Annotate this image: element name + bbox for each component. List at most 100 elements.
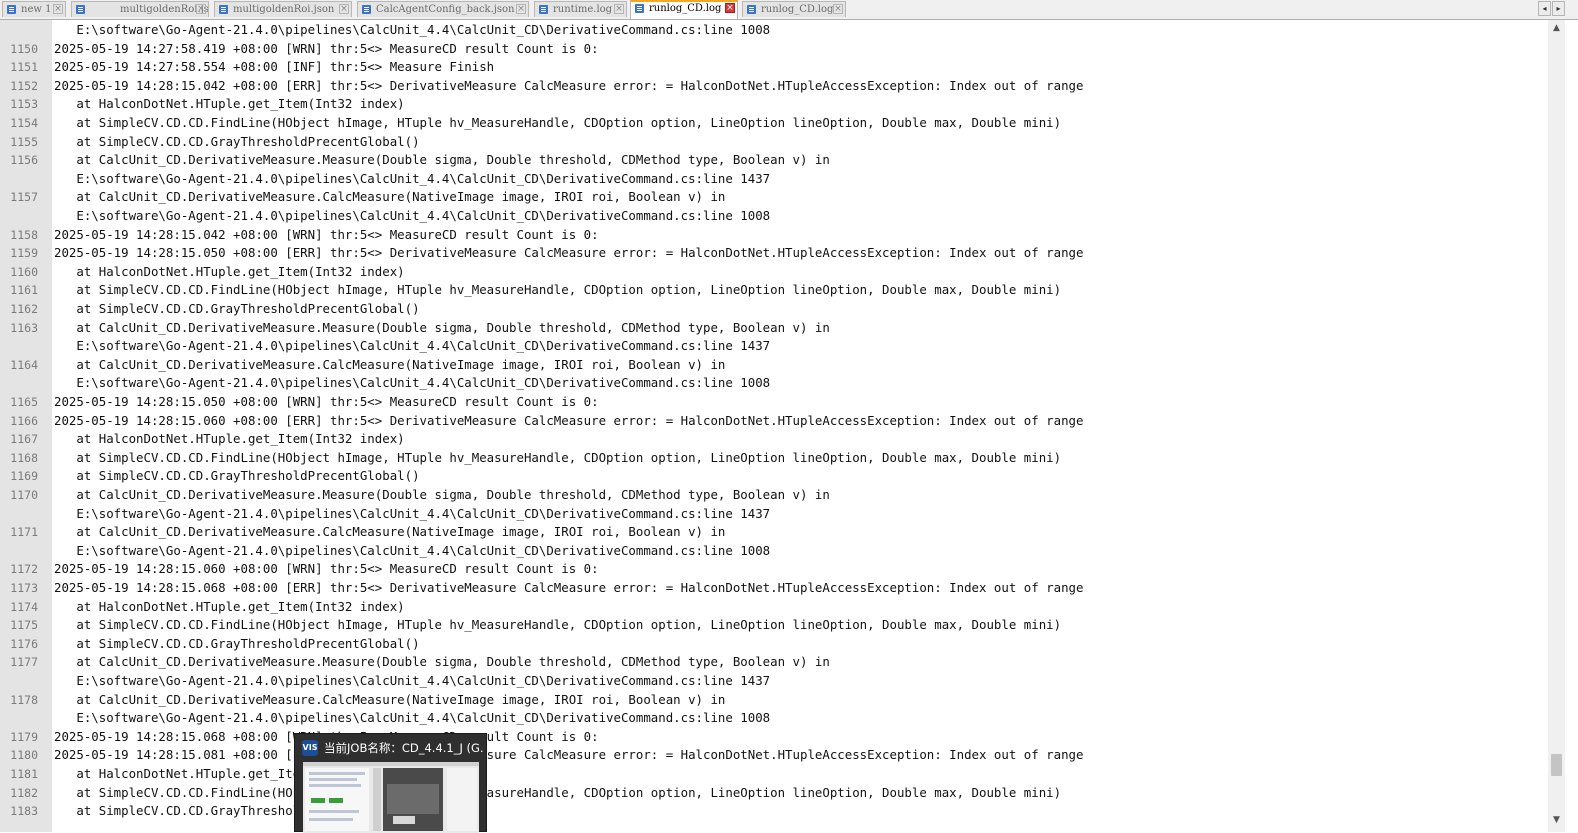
line-text: at CalcUnit_CD.DerivativeMeasure.CalcMea…	[54, 356, 726, 372]
tab-multigoldenroi-json[interactable]: multigoldenRoi.json ×	[71, 1, 209, 17]
line-text: at SimpleCV.CD.CD.FindLine(HObject hImag…	[54, 617, 1062, 633]
log-line[interactable]: E:\software\Go-Agent-21.4.0\pipelines\Ca…	[0, 170, 1548, 189]
log-line[interactable]: E:\software\Go-Agent-21.4.0\pipelines\Ca…	[0, 542, 1548, 561]
preview-image-region	[387, 784, 439, 814]
line-number: 1152	[10, 78, 38, 93]
preview-left-panel	[305, 768, 369, 831]
log-line[interactable]: 1156 at CalcUnit_CD.DerivativeMeasure.Me…	[0, 151, 1548, 170]
document-icon	[7, 5, 16, 14]
close-icon[interactable]: ×	[339, 4, 349, 14]
tab-multigoldenroi-json-2[interactable]: multigoldenRoi.json ×	[214, 1, 352, 17]
line-number: 1174	[10, 599, 38, 614]
tab-label: runtime.log	[553, 4, 613, 15]
line-number: 1166	[10, 413, 38, 428]
tab-calcagentconfig-back-json[interactable]: CalcAgentConfig_back.json ×	[357, 1, 529, 17]
taskbar-thumbnail-popup[interactable]: VIS 当前JOB名称：CD_4.4.1_J (G...	[294, 733, 487, 833]
log-line[interactable]: 1182 at SimpleCV.CD.CD.FindLine(HObject …	[0, 784, 1548, 803]
line-text: at SimpleCV.CD.CD.GrayThresholdPrecentGl…	[54, 468, 420, 484]
log-line[interactable]: 1167 at HalconDotNet.HTuple.get_Item(Int…	[0, 430, 1548, 449]
line-text: at HalconDotNet.HTuple.get_Item(Int32 in…	[54, 96, 405, 112]
log-line[interactable]: 1153 at HalconDotNet.HTuple.get_Item(Int…	[0, 95, 1548, 114]
line-text: at CalcUnit_CD.DerivativeMeasure.CalcMea…	[54, 524, 726, 540]
line-text: E:\software\Go-Agent-21.4.0\pipelines\Ca…	[54, 338, 771, 354]
preview-green-indicator	[329, 798, 343, 803]
close-icon[interactable]: ×	[725, 3, 735, 13]
log-line[interactable]: 1160 at HalconDotNet.HTuple.get_Item(Int…	[0, 263, 1548, 282]
line-text: E:\software\Go-Agent-21.4.0\pipelines\Ca…	[54, 208, 771, 223]
scroll-down-button[interactable]: ▼	[1548, 812, 1565, 828]
log-line[interactable]: 1181 at HalconDotNet.HTuple.get_Item(Int…	[0, 765, 1548, 784]
line-text: at HalconDotNet.HTuple.get_Item(Int32 in…	[54, 598, 405, 614]
log-line[interactable]: 1154 at SimpleCV.CD.CD.FindLine(HObject …	[0, 114, 1548, 133]
close-icon[interactable]: ×	[53, 4, 63, 14]
vis-app-icon: VIS	[302, 740, 318, 756]
log-line[interactable]: 1176 at SimpleCV.CD.CD.GrayThresholdPrec…	[0, 635, 1548, 654]
vertical-scrollbar[interactable]: ▲ ▼	[1548, 20, 1565, 832]
log-line[interactable]: 1170 at CalcUnit_CD.DerivativeMeasure.Me…	[0, 486, 1548, 505]
log-line[interactable]: E:\software\Go-Agent-21.4.0\pipelines\Ca…	[0, 207, 1548, 226]
log-line[interactable]: 1163 at CalcUnit_CD.DerivativeMeasure.Me…	[0, 319, 1548, 338]
line-text: at CalcUnit_CD.DerivativeMeasure.CalcMea…	[54, 189, 726, 205]
log-line[interactable]: 11792025-05-19 14:28:15.068 +08:00 [WRN]…	[0, 728, 1548, 747]
log-line[interactable]: E:\software\Go-Agent-21.4.0\pipelines\Ca…	[0, 374, 1548, 393]
log-line[interactable]: 1175 at SimpleCV.CD.CD.FindLine(HObject …	[0, 616, 1548, 635]
log-line[interactable]: 1178 at CalcUnit_CD.DerivativeMeasure.Ca…	[0, 691, 1548, 710]
log-line[interactable]: 1164 at CalcUnit_CD.DerivativeMeasure.Ca…	[0, 356, 1548, 375]
close-icon[interactable]: ×	[196, 4, 206, 14]
tab-scroll-left-button[interactable]: ◂	[1538, 1, 1551, 16]
log-line[interactable]: 1151 2025-05-19 14:27:58.554 +08:00 [INF]…	[0, 58, 1548, 77]
log-line[interactable]: E:\software\Go-Agent-21.4.0\pipelines\Ca…	[0, 672, 1548, 691]
log-line[interactable]: E:\software\Go-Agent-21.4.0\pipelines\Ca…	[0, 505, 1548, 524]
line-text: at HalconDotNet.HTuple.get_Item(Int32 in…	[54, 263, 405, 279]
line-text: 2025-05-19 14:27:58.419 +08:00 [WRN] thr…	[54, 40, 599, 56]
line-number: 1154	[10, 116, 38, 130]
preview-titlebar	[303, 762, 479, 766]
line-number: 1157	[10, 190, 38, 205]
log-line[interactable]: 1165 2025-05-19 14:28:15.050 +08:00 [WRN]…	[0, 393, 1548, 412]
preview-row	[309, 784, 361, 787]
log-line[interactable]: 1177 at CalcUnit_CD.DerivativeMeasure.Me…	[0, 653, 1548, 672]
tab-runlog-cd-log-2[interactable]: runlog_CD.log ×	[742, 1, 846, 17]
close-icon[interactable]: ×	[516, 4, 526, 14]
line-number: 1171	[10, 525, 38, 540]
line-number: 1170	[10, 488, 38, 502]
log-line[interactable]: 1157 at CalcUnit_CD.DerivativeMeasure.Ca…	[0, 188, 1548, 207]
log-line[interactable]: 1174 at HalconDotNet.HTuple.get_Item(Int…	[0, 598, 1548, 617]
log-line[interactable]: 1171 at CalcUnit_CD.DerivativeMeasure.Ca…	[0, 523, 1548, 542]
tab-runlog-cd-log-active[interactable]: runlog_CD.log ×	[630, 0, 738, 19]
tab-label: CalcAgentConfig_back.json	[376, 4, 515, 15]
log-line[interactable]: E:\software\Go-Agent-21.4.0\pipelines\Ca…	[0, 337, 1548, 356]
line-text: E:\software\Go-Agent-21.4.0\pipelines\Ca…	[54, 673, 771, 688]
log-line[interactable]: 1158 2025-05-19 14:28:15.042 +08:00 [WRN]…	[0, 226, 1548, 245]
log-line[interactable]: 1169 at SimpleCV.CD.CD.GrayThresholdPrec…	[0, 467, 1548, 486]
preview-right-panel	[447, 768, 477, 831]
log-line[interactable]: 1161 at SimpleCV.CD.CD.FindLine(HObject …	[0, 281, 1548, 300]
text-editor[interactable]: E:\software\Go-Agent-21.4.0\pipelines\Ca…	[0, 20, 1548, 832]
line-number: 1176	[10, 636, 38, 651]
log-line[interactable]: 1152 2025-05-19 14:28:15.042 +08:00 [ERR]…	[0, 77, 1548, 96]
log-line[interactable]: 1168 at SimpleCV.CD.CD.FindLine(HObject …	[0, 449, 1548, 468]
line-number: 1172	[10, 562, 38, 577]
line-text: at SimpleCV.CD.CD.FindLine(HObject hImag…	[54, 449, 1062, 465]
window-preview[interactable]	[303, 762, 479, 833]
log-line[interactable]: 1162 at SimpleCV.CD.CD.GrayThresholdPrec…	[0, 300, 1548, 319]
close-icon[interactable]: ×	[614, 4, 624, 14]
log-line[interactable]: 1172 2025-05-19 14:28:15.060 +08:00 [WRN]…	[0, 560, 1548, 579]
log-line[interactable]: E:\software\Go-Agent-21.4.0\pipelines\Ca…	[0, 709, 1548, 728]
scroll-up-button[interactable]: ▲	[1548, 20, 1565, 36]
log-line[interactable]: 1159 2025-05-19 14:28:15.050 +08:00 [ERR]…	[0, 244, 1548, 263]
tab-scroll-right-button[interactable]: ▸	[1552, 1, 1565, 16]
tab-new-1[interactable]: new 1 ×	[2, 1, 66, 17]
log-line[interactable]: E:\software\Go-Agent-21.4.0\pipelines\Ca…	[0, 21, 1548, 40]
line-text: at CalcUnit_CD.DerivativeMeasure.Measure…	[54, 654, 830, 670]
close-icon[interactable]: ×	[833, 4, 843, 14]
log-line[interactable]: 1180 2025-05-19 14:28:15.081 +08:00 [ERR]…	[0, 746, 1548, 765]
scroll-thumb[interactable]	[1551, 754, 1562, 776]
log-line[interactable]: 1155 at SimpleCV.CD.CD.GrayThresholdPrec…	[0, 133, 1548, 152]
line-text: at CalcUnit_CD.DerivativeMeasure.CalcMea…	[54, 691, 726, 707]
log-line[interactable]: 1183 at SimpleCV.CD.CD.GrayThresholdPrec…	[0, 802, 1548, 821]
log-line[interactable]: 1166 2025-05-19 14:28:15.060 +08:00 [ERR]…	[0, 412, 1548, 431]
log-line[interactable]: 1150 2025-05-19 14:27:58.419 +08:00 [WRN]…	[0, 40, 1548, 59]
tab-runtime-log[interactable]: runtime.log ×	[534, 1, 627, 17]
log-line[interactable]: 1173 2025-05-19 14:28:15.068 +08:00 [ERR]…	[0, 579, 1548, 598]
